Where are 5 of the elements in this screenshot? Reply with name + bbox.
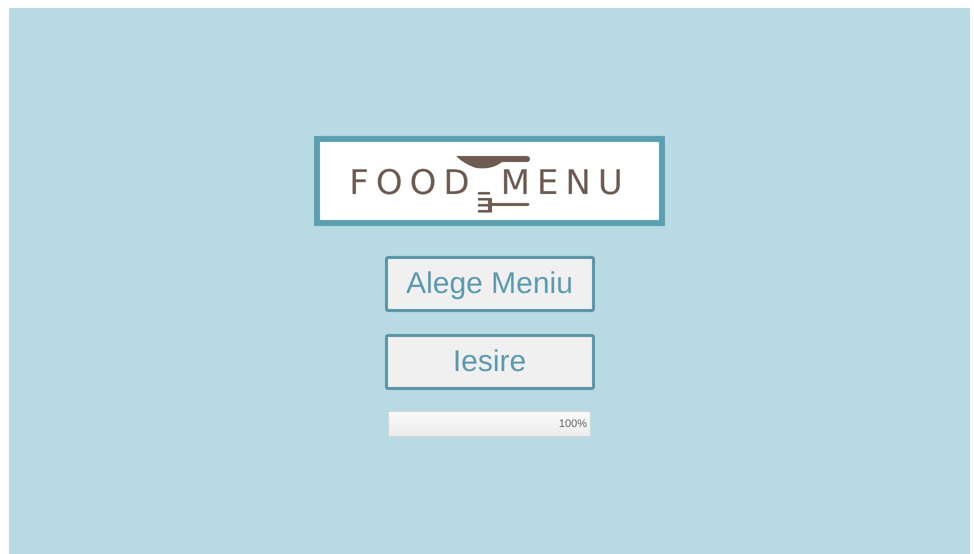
menu-button[interactable]: Iesire bbox=[384, 334, 594, 390]
menu-button[interactable]: Alege Meniu bbox=[384, 256, 594, 312]
progress-reading: 100% bbox=[558, 418, 587, 430]
logo-text: FOOD bbox=[349, 162, 477, 202]
logo-text: MENU bbox=[500, 162, 630, 202]
